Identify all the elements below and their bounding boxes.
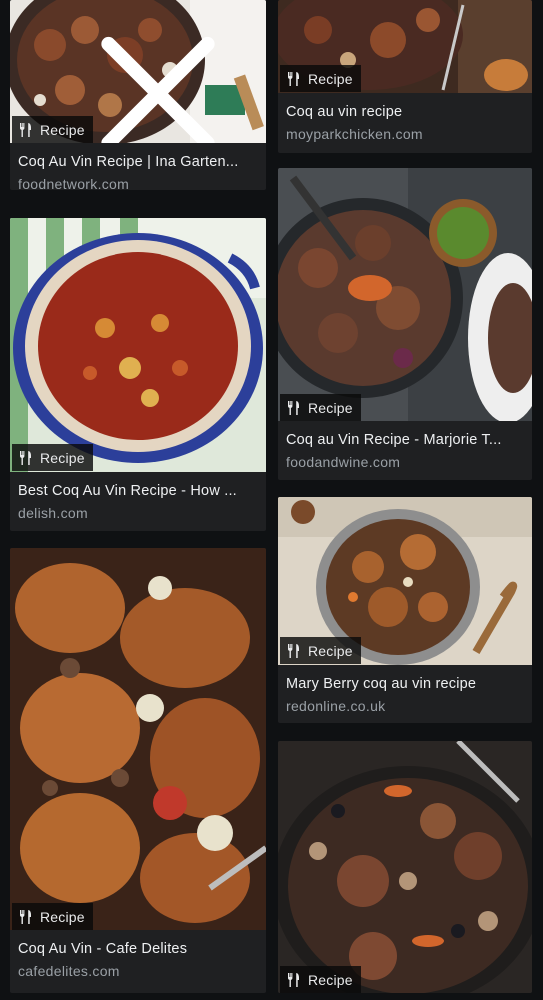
fork-knife-icon [20, 450, 31, 465]
result-card[interactable]: Recipe Coq Au Vin Recipe | Ina Garten...… [10, 0, 266, 190]
recipe-badge-label: Recipe [308, 971, 353, 988]
result-title[interactable]: Coq Au Vin Recipe | Ina Garten... [18, 153, 258, 171]
result-domain: cafedelites.com [18, 963, 120, 979]
result-card[interactable]: Recipe Coq Au Vin - Cafe Delites cafedel… [10, 548, 266, 993]
recipe-badge-label: Recipe [40, 908, 85, 925]
result-image[interactable]: Recipe [278, 741, 532, 993]
recipe-badge: Recipe [12, 444, 93, 471]
result-card[interactable]: Recipe Mary Berry coq au vin recipe redo… [278, 497, 532, 723]
result-image[interactable]: Recipe [10, 218, 266, 472]
result-title[interactable]: Coq au vin recipe [286, 103, 524, 121]
recipe-badge-label: Recipe [40, 449, 85, 466]
recipe-badge-label: Recipe [308, 642, 353, 659]
fork-knife-icon [20, 909, 31, 924]
recipe-badge: Recipe [280, 637, 361, 664]
result-card[interactable]: Recipe Best Coq Au Vin Recipe - How ... … [10, 218, 266, 531]
fork-knife-icon [288, 71, 299, 86]
result-image[interactable]: Recipe [278, 168, 532, 421]
result-domain: delish.com [18, 505, 88, 521]
result-image[interactable]: Recipe [278, 0, 532, 93]
recipe-badge-label: Recipe [308, 70, 353, 87]
recipe-badge: Recipe [280, 394, 361, 421]
recipe-badge: Recipe [12, 903, 93, 930]
fork-knife-icon [288, 643, 299, 658]
result-title[interactable]: Best Coq Au Vin Recipe - How ... [18, 482, 258, 500]
recipe-badge-label: Recipe [308, 399, 353, 416]
result-image[interactable]: Recipe [10, 0, 266, 143]
result-card[interactable]: Recipe Coq au Vin Recipe - Marjorie T...… [278, 168, 532, 480]
result-card[interactable]: Recipe [278, 741, 532, 993]
recipe-badge-label: Recipe [40, 121, 85, 138]
result-title[interactable]: Coq au Vin Recipe - Marjorie T... [286, 431, 524, 449]
recipe-badge: Recipe [280, 966, 361, 993]
result-title[interactable]: Mary Berry coq au vin recipe [286, 675, 524, 693]
result-domain: foodandwine.com [286, 454, 401, 470]
recipe-badge: Recipe [12, 116, 93, 143]
result-domain: moyparkchicken.com [286, 126, 423, 142]
recipe-badge: Recipe [280, 65, 361, 92]
result-image[interactable]: Recipe [278, 497, 532, 665]
result-image[interactable]: Recipe [10, 548, 266, 930]
result-title[interactable]: Coq Au Vin - Cafe Delites [18, 940, 258, 958]
result-card[interactable]: Recipe Coq au vin recipe moyparkchicken.… [278, 0, 532, 153]
fork-knife-icon [288, 400, 299, 415]
result-domain: foodnetwork.com [18, 176, 130, 190]
result-domain: redonline.co.uk [286, 698, 386, 714]
fork-knife-icon [288, 972, 299, 987]
fork-knife-icon [20, 122, 31, 137]
